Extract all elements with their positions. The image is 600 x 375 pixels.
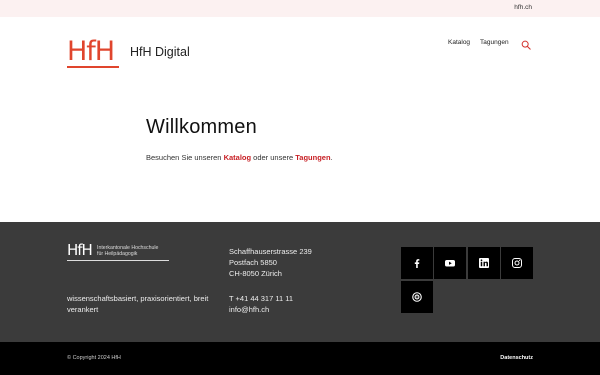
facebook-icon [414, 259, 420, 268]
instagram-button[interactable] [501, 247, 533, 279]
katalog-link[interactable]: Katalog [224, 153, 252, 162]
hfh-logo[interactable]: HfH [67, 35, 115, 67]
logo-underline [67, 66, 119, 68]
main-nav: Katalog Tagungen [448, 37, 531, 50]
welcome-section: Willkommen Besuchen Sie unseren Katalog … [146, 116, 333, 162]
top-bar: hfh.ch [0, 0, 600, 17]
intro-text-middle: oder unsere [251, 153, 296, 162]
hfh-logo-text: HfH [67, 35, 115, 67]
address-postbox: Postfach 5850 [229, 258, 277, 267]
intro-text-before: Besuchen Sie unseren [146, 153, 224, 162]
youtube-button[interactable] [434, 247, 466, 279]
email-link[interactable]: info@hfh.ch [229, 304, 293, 315]
intro-text-after: . [330, 153, 333, 162]
footer-logo-underline [67, 260, 169, 261]
bottom-bar: © Copyright 2024 HfH Datenschutz [0, 342, 600, 375]
youtube-icon [445, 260, 455, 267]
linkedin-button[interactable] [468, 247, 500, 279]
linkedin-icon [479, 258, 489, 268]
nav-item-tagungen[interactable]: Tagungen [480, 39, 509, 46]
tagungen-link[interactable]: Tagungen [295, 153, 330, 162]
hfh-external-link[interactable]: hfh.ch [514, 4, 532, 11]
nav-item-katalog[interactable]: Katalog [448, 39, 470, 46]
facebook-button[interactable] [401, 247, 433, 279]
welcome-text: Besuchen Sie unseren Katalog oder unsere… [146, 153, 333, 162]
address-street: Schaffhauserstrasse 239 [229, 247, 312, 256]
instagram-icon [512, 258, 522, 268]
podcast-button[interactable] [401, 281, 433, 313]
privacy-link[interactable]: Datenschutz [500, 355, 533, 361]
podcast-icon [412, 292, 422, 302]
phone-number[interactable]: T +41 44 317 11 11 [229, 293, 293, 304]
search-icon[interactable] [521, 37, 531, 50]
footer-logo-mark: HfH [67, 241, 93, 259]
address-city: CH-8050 Zürich [229, 269, 282, 278]
institution-name-line2: für Heilpädagogik [97, 251, 138, 257]
site-footer: HfH Interkantonale Hochschule für Heilpä… [0, 222, 600, 342]
footer-tagline: wissenschaftsbasiert, praxisorientiert, … [67, 294, 209, 314]
page-title: Willkommen [146, 116, 257, 138]
footer-contact: T +41 44 317 11 11 info@hfh.ch [229, 293, 293, 315]
copyright-text: © Copyright 2024 HfH [67, 355, 121, 361]
footer-address: Schaffhauserstrasse 239 Postfach 5850 CH… [229, 246, 312, 279]
site-name[interactable]: HfH Digital [130, 45, 190, 59]
